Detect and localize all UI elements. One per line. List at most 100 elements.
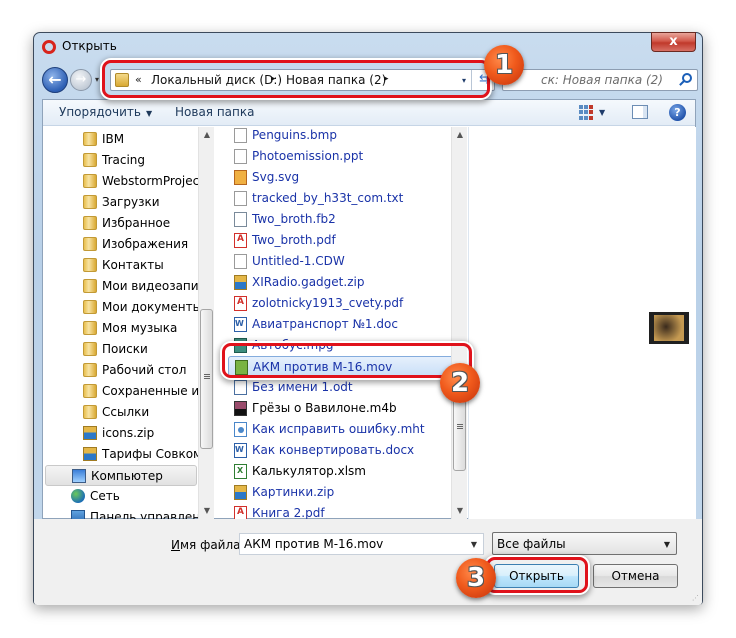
sidebar-item-label: Загрузки	[102, 195, 160, 209]
sidebar-item-links[interactable]: Ссылки	[43, 402, 197, 423]
sidebar-item-label: Сохраненные игры	[102, 384, 211, 398]
sidebar-item-label: Тарифы Совкомбанк	[102, 447, 211, 461]
file-item[interactable]: zolotnicky1913_cvety.pdf	[228, 293, 460, 314]
saved-games-folder-icon	[83, 384, 97, 398]
cancel-button[interactable]: Отмена	[593, 564, 678, 588]
filename-label: Имя файла:	[171, 538, 245, 552]
scroll-down-icon[interactable]: ▼	[199, 503, 215, 519]
file-name: Как исправить ошибку.mht	[252, 422, 425, 436]
sidebar-item-tariffs-zip[interactable]: Тарифы Совкомбанк	[43, 444, 211, 465]
chevron-down-icon[interactable]: ▼	[471, 540, 477, 549]
scroll-thumb[interactable]	[200, 309, 213, 449]
file-name: Калькулятор.xlsm	[252, 464, 366, 478]
search-icon[interactable]	[682, 73, 692, 83]
video-thumbnail	[649, 312, 689, 344]
file-name: Penguins.bmp	[252, 128, 337, 142]
sidebar-item-label: Ссылки	[102, 405, 150, 419]
sidebar-item-downloads[interactable]: Загрузки	[43, 192, 197, 213]
help-icon[interactable]: ?	[669, 104, 686, 121]
search-input[interactable]: ск: Новая папка (2)	[502, 69, 698, 91]
scroll-up-icon[interactable]: ▲	[199, 127, 215, 143]
open-file-dialog: Открыть x ← → ▾ « Локальный диск (D:) ▸ …	[33, 32, 703, 605]
sidebar-item-webstorm[interactable]: WebstormProject	[43, 171, 204, 192]
new-folder-button[interactable]: Новая папка	[175, 105, 254, 119]
sidebar-item-ibm[interactable]: IBM	[43, 129, 197, 150]
file-item[interactable]: Svg.svg	[228, 167, 460, 188]
highlight-address-bar	[102, 60, 490, 98]
sidebar-item-label: Изображения	[102, 237, 189, 251]
fb2-file-icon	[234, 212, 247, 227]
sidebar-item-documents[interactable]: Мои документы	[43, 297, 202, 318]
sidebar-item-tracing[interactable]: Tracing	[43, 150, 197, 171]
file-item[interactable]: Как исправить ошибку.mht	[228, 419, 460, 440]
file-list-scrollbar[interactable]: ▲ ▼	[451, 127, 467, 519]
file-item[interactable]: Untitled-1.CDW	[228, 251, 460, 272]
sidebar-item-music[interactable]: Моя музыка	[43, 318, 197, 339]
back-button[interactable]: ←	[42, 67, 68, 93]
sidebar-item-label: Мои видеозаписи	[102, 279, 211, 293]
file-name: Авиатранспорт №1.doc	[252, 317, 398, 331]
sidebar-item-searches[interactable]: Поиски	[43, 339, 197, 360]
control-panel-icon	[71, 510, 85, 519]
sidebar-item-videos[interactable]: Мои видеозаписи	[43, 276, 211, 297]
sidebar-item-contacts[interactable]: Контакты	[43, 255, 197, 276]
step-badge-1: 1	[484, 45, 524, 85]
mht-file-icon	[234, 422, 247, 437]
view-dropdown-icon[interactable]: ▼	[599, 108, 605, 117]
filename-input[interactable]: АКМ против М-16.mov ▼	[239, 533, 484, 555]
close-button[interactable]: x	[651, 32, 696, 52]
file-name: Two_broth.fb2	[252, 212, 336, 226]
sidebar-item-desktop[interactable]: Рабочий стол	[43, 360, 197, 381]
resize-grip-icon[interactable]: ⋰	[692, 594, 699, 602]
file-type-select[interactable]: Все файлы ▼	[492, 532, 677, 555]
file-item[interactable]: Картинки.zip	[228, 482, 460, 503]
sidebar-item-pictures[interactable]: Изображения	[43, 234, 197, 255]
sidebar-item-icons-zip[interactable]: icons.zip	[43, 423, 197, 444]
file-item[interactable]: XIRadio.gadget.zip	[228, 272, 460, 293]
step-badge-2: 2	[440, 363, 480, 403]
scroll-up-icon[interactable]: ▲	[452, 127, 468, 143]
file-item[interactable]: Two_broth.pdf	[228, 230, 460, 251]
svg-file-icon	[234, 170, 247, 185]
organize-button[interactable]: Упорядочить ▼	[59, 105, 152, 119]
sidebar-item-label: Рабочий стол	[102, 363, 187, 377]
documents-folder-icon	[83, 300, 97, 314]
m4b-file-icon	[234, 401, 247, 416]
file-item[interactable]: Penguins.bmp	[228, 127, 460, 146]
navigation-pane: IBM Tracing WebstormProject Загрузки Изб…	[43, 127, 211, 519]
sidebar-item-saved-games[interactable]: Сохраненные игры	[43, 381, 211, 402]
file-item[interactable]: Книга 2.pdf	[228, 503, 460, 519]
file-item[interactable]: Two_broth.fb2	[228, 209, 460, 230]
chevron-down-icon: ▼	[145, 109, 153, 118]
sidebar-item-computer[interactable]: Компьютер	[45, 465, 197, 486]
sidebar-item-control-panel[interactable]: Панель управления	[43, 507, 211, 519]
sidebar-item-label: Сеть	[90, 489, 120, 503]
step-badge-3: 3	[456, 558, 496, 598]
history-dropdown-icon[interactable]: ▾	[95, 75, 99, 84]
sidebar-item-network[interactable]: Сеть	[43, 486, 197, 507]
file-item[interactable]: Без имени 1.odt	[228, 377, 460, 398]
generic-file-icon	[234, 254, 247, 269]
pdf-file-icon	[234, 506, 247, 519]
sidebar-scrollbar[interactable]: ▲ ▼	[198, 127, 214, 519]
preview-pane-icon[interactable]	[632, 105, 648, 119]
scroll-down-icon[interactable]: ▼	[452, 503, 468, 519]
file-item[interactable]: Калькулятор.xlsm	[228, 461, 460, 482]
file-item[interactable]: Photoemission.ppt	[228, 146, 460, 167]
file-item[interactable]: Грёзы о Вавилоне.m4b	[228, 398, 460, 419]
file-list: Penguins.bmp Photoemission.ppt Svg.svg t…	[228, 127, 463, 519]
forward-button[interactable]: →	[70, 69, 92, 91]
change-view-icon[interactable]	[579, 105, 594, 120]
folder-icon	[83, 153, 97, 167]
dialog-footer: Имя файла: АКМ против М-16.mov ▼ Все фай…	[34, 519, 702, 605]
sidebar-item-favorites[interactable]: Избранное	[43, 213, 197, 234]
file-item[interactable]: Как конвертировать.docx	[228, 440, 460, 461]
sidebar-item-label: Моя музыка	[102, 321, 178, 335]
file-item[interactable]: Авиатранспорт №1.doc	[228, 314, 460, 335]
file-item[interactable]: tracked_by_h33t_com.txt	[228, 188, 460, 209]
generic-file-icon	[234, 128, 247, 143]
sidebar-item-label: Контакты	[102, 258, 164, 272]
chevron-down-icon: ▼	[663, 540, 670, 549]
file-name: Svg.svg	[252, 170, 300, 184]
downloads-folder-icon	[83, 195, 97, 209]
